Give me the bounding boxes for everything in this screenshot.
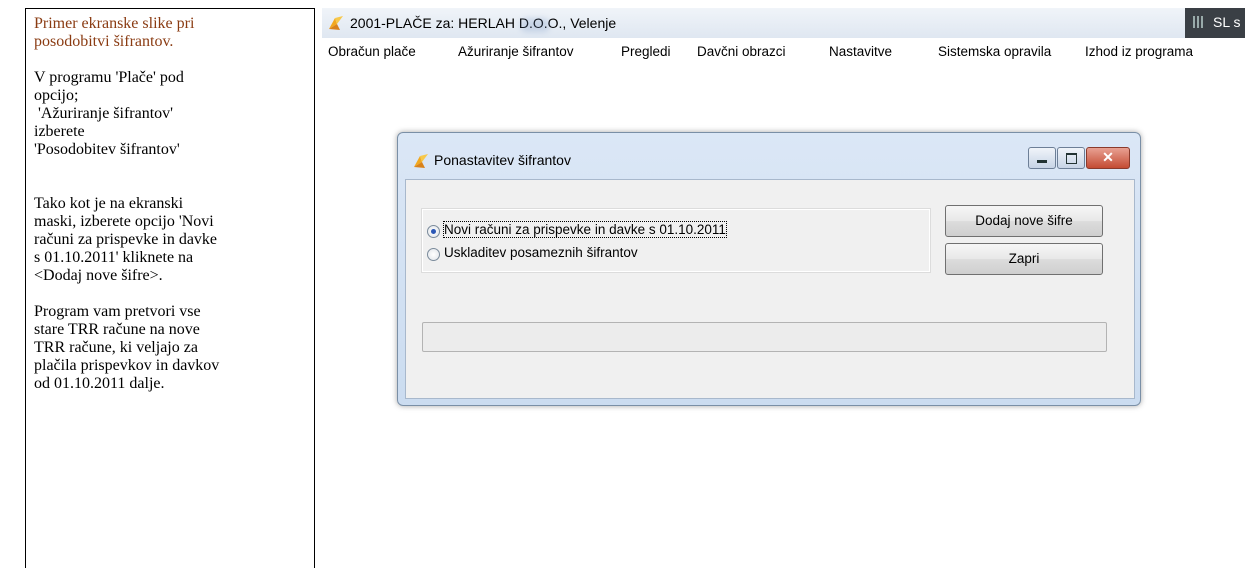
document-text-cell: Primer ekranske slike pri posodobitvi ši… xyxy=(25,8,315,568)
doc-text-line: opcijo; xyxy=(34,87,79,104)
app-title: 2001-PLAČE za: HERLAH D.O.O., Velenje xyxy=(350,15,617,31)
option-group: Novi računi za prispevke in davke s 01.1… xyxy=(421,208,931,273)
doc-text-line: 'Ažuriranje šifrantov' xyxy=(34,105,174,122)
close-window-button[interactable]: ✕ xyxy=(1086,147,1130,169)
menu-azuriranje-sifrantov[interactable]: Ažuriranje šifrantov xyxy=(458,44,574,59)
radio-sync-codes-label[interactable]: Uskladitev posameznih šifrantov xyxy=(444,245,638,260)
doc-text-line: stare TRR račune na nove xyxy=(34,321,200,338)
doc-text-line: TRR račune, ki veljajo za xyxy=(34,339,198,356)
minimize-button[interactable] xyxy=(1028,147,1056,169)
radio-new-accounts-label[interactable]: Novi računi za prispevke in davke s 01.1… xyxy=(443,221,727,238)
doc-text-line: 'Posodobitev šifrantov' xyxy=(34,141,180,158)
grip-icon xyxy=(1193,16,1203,28)
menu-pregledi[interactable]: Pregledi xyxy=(621,44,671,59)
minimize-icon xyxy=(1037,160,1047,163)
menu-sistemska-opravila[interactable]: Sistemska opravila xyxy=(938,44,1051,59)
doc-text-line: izberete xyxy=(34,123,85,140)
progress-bar xyxy=(422,322,1107,352)
doc-title-line: posodobitvi šifrantov. xyxy=(34,33,174,50)
doc-text-line: računi za prispevke in davke xyxy=(34,231,218,248)
add-new-codes-button[interactable]: Dodaj nove šifre xyxy=(945,205,1103,237)
doc-text-line: V programu 'Plače' pod xyxy=(34,69,184,86)
doc-title-line: Primer ekranske slike pri xyxy=(34,15,195,32)
reset-codes-dialog: Ponastavitev šifrantov ✕ Novi računi za … xyxy=(397,132,1141,406)
doc-text-line: Program vam pretvori vse xyxy=(34,303,201,320)
doc-text-line: maski, izberete opcijo 'Novi xyxy=(34,213,214,230)
dialog-title: Ponastavitev šifrantov xyxy=(434,152,571,168)
menu-izhod-iz-programa[interactable]: Izhod iz programa xyxy=(1085,44,1193,59)
app-titlebar: 2001-PLAČE za: HERLAH D.O.O., Velenje SL… xyxy=(322,8,1245,38)
app-logo-icon xyxy=(414,154,428,168)
window-controls: ✕ xyxy=(1027,147,1130,169)
close-button[interactable]: Zapri xyxy=(945,243,1103,275)
menu-bar: Obračun plače Ažuriranje šifrantov Pregl… xyxy=(322,38,1245,64)
doc-text-line: Tako kot je na ekranski xyxy=(34,195,184,212)
menu-obracun-place[interactable]: Obračun plače xyxy=(328,44,416,59)
radio-new-accounts[interactable] xyxy=(427,225,440,238)
titlebar-blur xyxy=(520,18,550,32)
doc-text-line: <Dodaj nove šifre>. xyxy=(34,267,163,284)
dialog-body: Novi računi za prispevke in davke s 01.1… xyxy=(405,179,1135,399)
doc-text-line: od 01.10.2011 dalje. xyxy=(34,375,165,392)
language-badge-label: SL s xyxy=(1213,14,1241,30)
menu-nastavitve[interactable]: Nastavitve xyxy=(829,44,892,59)
doc-text-line: s 01.10.2011' kliknete na xyxy=(34,249,194,266)
maximize-icon xyxy=(1066,153,1077,164)
app-window: 2001-PLAČE za: HERLAH D.O.O., Velenje SL… xyxy=(322,8,1245,568)
app-logo-icon xyxy=(329,16,343,30)
close-icon: ✕ xyxy=(1102,149,1114,165)
radio-sync-codes[interactable] xyxy=(427,248,440,261)
language-badge[interactable]: SL s xyxy=(1185,8,1245,38)
menu-davcni-obrazci[interactable]: Davčni obrazci xyxy=(697,44,786,59)
doc-text-line: plačila prispevkov in davkov xyxy=(34,357,220,374)
maximize-button[interactable] xyxy=(1057,147,1085,169)
